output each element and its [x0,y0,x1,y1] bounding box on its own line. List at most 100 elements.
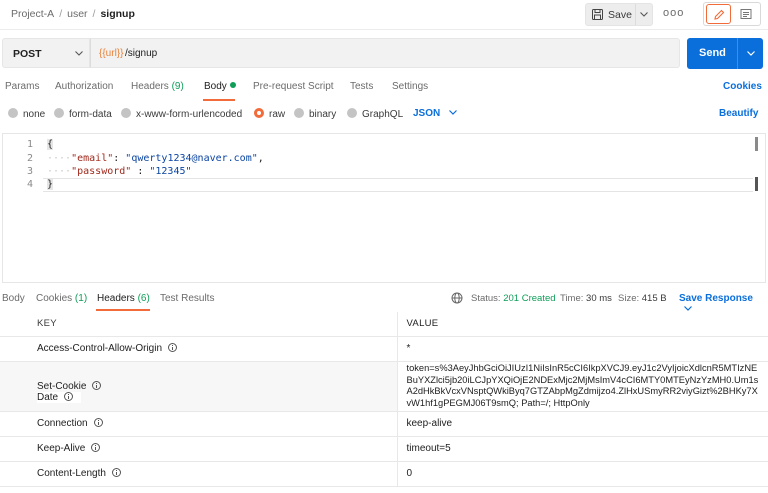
pencil-icon [714,9,725,20]
response-tab-cookies-label: Cookies [36,293,73,304]
info-icon[interactable] [91,443,101,452]
radio-circle [121,108,131,118]
radio-urlencoded[interactable]: x-www-form-urlencoded [121,108,242,120]
response-tab-headers[interactable]: Headers (6) [97,293,150,304]
response-tab-headers-count: (6) [137,293,150,304]
save-button[interactable]: Save [585,3,653,26]
radio-form-data[interactable]: form-data [54,108,112,120]
edit-view-button[interactable] [706,4,731,24]
send-label: Send [699,47,726,59]
save-icon [592,9,603,20]
table-row: Connection keep-alive [0,411,768,437]
send-button[interactable]: Send [687,38,763,69]
time-label: Time: [560,293,584,304]
response-headers-table: KEY VALUE Access-Control-Allow-Origin * … [0,312,768,487]
chevron-down-icon [684,306,692,311]
active-response-tab-underline [96,309,150,311]
radio-binary[interactable]: binary [294,108,336,120]
code-open-brace: { [47,139,54,150]
tab-body[interactable]: Body [204,81,236,92]
radio-raw[interactable]: raw [254,108,285,120]
chevron-down-icon [75,51,83,56]
header-key: Connection [37,418,88,429]
json-value-password: "12345" [149,166,192,177]
header-value: 0 [397,461,768,487]
tab-headers[interactable]: Headers (9) [131,81,184,92]
beautify-button[interactable]: Beautify [719,108,758,119]
chevron-down-icon [747,51,755,56]
response-tab-cookies[interactable]: Cookies (1) [36,293,87,304]
info-icon[interactable] [111,468,121,477]
response-tab-body[interactable]: Body [2,293,25,304]
body-editor[interactable]: 1 2 3 4 { ····"email": "qwerty1234@naver… [2,133,766,283]
time-value: 30 ms [586,293,612,304]
view-toggle [703,2,761,26]
response-time: Time: 30 ms [560,293,612,304]
tab-headers-count: (9) [171,81,184,92]
header-key-cell: Set-Cookie [0,361,398,412]
json-key-password: "password" [71,166,132,177]
radio-circle [54,108,64,118]
radio-graphql[interactable]: GraphQL [347,108,403,120]
tab-settings[interactable]: Settings [392,81,428,92]
tab-tests[interactable]: Tests [350,81,373,92]
radio-circle [347,108,357,118]
breadcrumb-request[interactable]: signup [100,8,134,20]
json-separator: : [113,153,126,164]
header-key-cell: Connection [0,411,398,437]
format-select[interactable]: JSON [413,108,457,119]
size-label: Size: [618,293,640,304]
tab-params[interactable]: Params [5,81,39,92]
url-input[interactable]: {{url}} /signup [90,38,680,68]
code-line-password: ····"password" : "12345" [47,166,192,177]
code-close-brace: } [47,179,54,190]
info-icon[interactable] [92,380,102,390]
radio-binary-label: binary [309,109,337,120]
line-number: 3 [26,166,33,177]
header-value: token=s%3AeyJhbGciOiJIUzI1NiIsInR5cCI6Ik… [397,361,768,412]
radio-circle [294,108,304,118]
tab-authorization[interactable]: Authorization [55,81,113,92]
cookies-link[interactable]: Cookies [723,81,762,92]
radio-none[interactable]: none [8,108,45,120]
method-select[interactable]: POST [2,38,90,68]
more-options-button[interactable]: ooo [663,7,684,19]
info-icon[interactable] [64,392,74,401]
json-comma: , [257,153,264,164]
status-value: 201 Created [503,293,556,304]
save-label: Save [608,9,632,21]
url-variable: {{url}} [99,48,124,59]
send-options-button[interactable] [737,38,763,69]
breadcrumb: Project-A / user / signup [11,8,135,20]
chevron-down-icon [449,110,457,115]
editor-scrollbar-thumb[interactable] [755,137,758,151]
header-key: Keep-Alive [37,443,86,454]
response-size: Size: 415 B [618,293,667,304]
globe-icon[interactable] [451,292,463,304]
format-value: JSON [413,108,441,119]
response-tab-headers-label: Headers [97,293,135,304]
body-indicator-dot [229,82,236,88]
response-status: Status: 201 Created [471,293,556,304]
tab-prerequest-script[interactable]: Pre-request Script [253,81,334,92]
info-icon[interactable] [93,418,103,427]
save-response-label: Save Response [679,293,753,304]
documentation-view-button[interactable] [734,4,759,24]
info-icon[interactable] [168,343,178,352]
header-key: Date [37,392,59,403]
breadcrumb-folder[interactable]: user [67,8,87,20]
active-tab-underline [203,99,235,101]
breadcrumb-project[interactable]: Project-A [11,8,54,20]
table-row: Set-Cookie token=s%3AeyJhbGciOiJIUzI1NiI… [0,361,768,412]
header-value: timeout=5 [397,436,768,462]
response-tab-test-results[interactable]: Test Results [160,293,214,304]
header-value: * [397,336,768,362]
radio-urlencoded-label: x-www-form-urlencoded [136,109,243,120]
radio-form-data-label: form-data [69,109,112,120]
header-value: keep-alive [397,411,768,437]
json-separator: : [131,166,150,177]
tab-headers-label: Headers [131,81,169,92]
line-number: 4 [26,179,33,190]
save-options-button[interactable] [635,4,652,25]
table-header-row: KEY VALUE [0,312,768,337]
